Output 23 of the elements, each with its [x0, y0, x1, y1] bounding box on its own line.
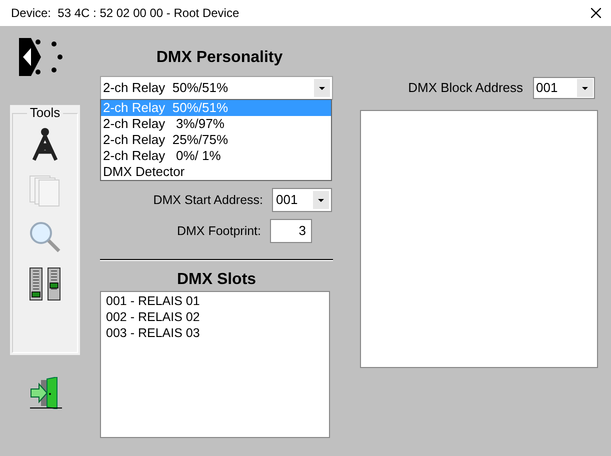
section-title: DMX Personality [155, 48, 284, 68]
dropdown-option[interactable]: 2-ch Relay 3%/97% [101, 116, 331, 132]
field-label: DMX Footprint: [176, 222, 261, 240]
window-title: Device: 53 4C : 52 02 00 00 - Root Device [11, 5, 240, 22]
section-title: DMX Slots [176, 270, 258, 290]
start-address-dropdown[interactable]: 001 [272, 188, 332, 212]
block-address-dropdown[interactable]: 001 [533, 77, 595, 99]
dropdown-option[interactable]: 2-ch Relay 25%/75% [101, 132, 331, 148]
slot-item[interactable]: 003 - RELAIS 03 [106, 325, 200, 341]
tower-icon[interactable] [30, 127, 60, 161]
slot-item[interactable]: 001 - RELAIS 01 [106, 293, 200, 309]
dropdown-option[interactable]: DMX Detector [101, 164, 331, 180]
field-label: DMX Block Address [408, 79, 523, 98]
exit-door-icon[interactable] [29, 377, 63, 409]
slots-list[interactable]: 001 - RELAIS 01 002 - RELAIS 02 003 - RELAIS 03 [100, 291, 330, 438]
dropdown-option[interactable]: 2-ch Relay 0%/ 1% [101, 148, 331, 164]
personality-dropdown[interactable]: 2-ch Relay 50%/51% [100, 76, 333, 100]
close-icon[interactable] [591, 8, 601, 18]
faders-icon[interactable] [29, 267, 61, 301]
logo-icon [19, 38, 63, 76]
slot-item[interactable]: 002 - RELAIS 02 [106, 309, 200, 325]
field-label: DMX Start Address: [153, 192, 263, 209]
footprint-field[interactable]: 3 [270, 219, 312, 243]
